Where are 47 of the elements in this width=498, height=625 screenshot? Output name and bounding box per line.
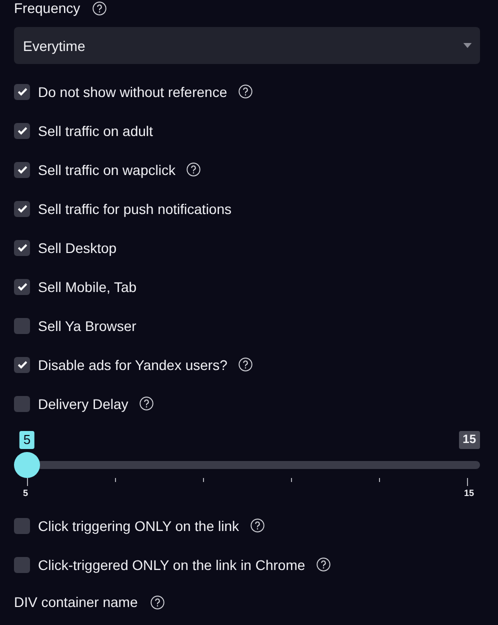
slider[interactable] <box>14 452 480 478</box>
checkbox-label: Disable ads for Yandex users? <box>38 356 228 372</box>
max-value-badge: 15 <box>458 431 480 449</box>
slider-handle[interactable] <box>14 452 40 478</box>
checkbox-label: Sell Mobile, Tab <box>38 278 137 294</box>
help-icon[interactable] <box>92 0 108 16</box>
checkbox[interactable] <box>14 318 30 334</box>
value-tooltip: 5 <box>19 431 35 449</box>
checkbox-label: Sell Desktop <box>38 240 117 256</box>
checkbox[interactable] <box>14 240 30 256</box>
check-icon <box>18 88 26 96</box>
field-label: DIV container name <box>14 594 138 610</box>
check-icon <box>18 126 26 134</box>
check-icon <box>18 204 26 212</box>
help-icon[interactable] <box>186 162 202 177</box>
field-label: Frequency <box>14 0 80 16</box>
checkbox-label: Sell traffic on wapclick <box>38 162 176 178</box>
checkbox[interactable] <box>14 278 30 294</box>
check-icon <box>18 360 26 368</box>
checkbox-label: Click-triggered ONLY on the link in Chrome <box>38 556 306 572</box>
checkbox[interactable] <box>14 200 30 216</box>
checkbox[interactable] <box>14 122 30 138</box>
checkbox-label: Sell traffic on adult <box>38 122 153 138</box>
checkbox[interactable] <box>14 556 30 572</box>
checkbox[interactable] <box>14 396 30 412</box>
checkbox-label: Delivery Delay <box>38 396 128 412</box>
caret-icon <box>463 43 472 48</box>
help-icon[interactable] <box>238 84 254 99</box>
help-icon[interactable] <box>316 557 332 572</box>
check-icon <box>18 244 26 252</box>
checkbox-label: Do not show without reference <box>38 84 228 100</box>
checkbox-label: Click triggering ONLY on the link <box>38 518 240 534</box>
check-icon <box>18 166 26 174</box>
help-icon[interactable] <box>150 594 165 610</box>
checkbox-label: Sell Ya Browser <box>38 318 136 334</box>
tick-label: 15 <box>464 488 474 498</box>
help-icon[interactable] <box>139 396 154 411</box>
checkbox-label: Sell traffic for push notifications <box>38 200 232 216</box>
check-icon <box>18 282 26 290</box>
help-icon[interactable] <box>250 518 266 533</box>
help-icon[interactable] <box>238 357 254 372</box>
checkbox[interactable] <box>14 356 30 372</box>
tick-label: 5 <box>23 488 28 498</box>
checkbox[interactable] <box>14 84 30 100</box>
checkbox[interactable] <box>14 518 30 534</box>
frequency-select[interactable]: Everytime <box>14 27 480 64</box>
checkbox[interactable] <box>14 162 30 178</box>
